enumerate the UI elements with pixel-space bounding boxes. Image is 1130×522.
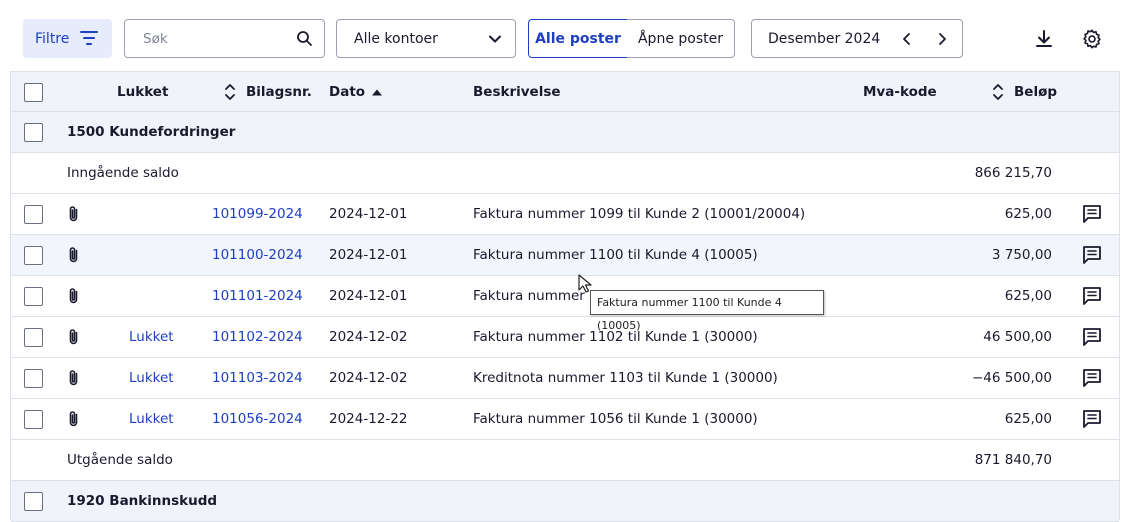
account-group-row: 1920 Bankinnskudd (11, 481, 1119, 522)
comment-icon[interactable] (1081, 285, 1103, 307)
voucher-link[interactable]: 101100-2024 (212, 235, 303, 275)
amount-column-header[interactable]: Beløp (1014, 72, 1057, 112)
description-cell: Kreditnota nummer 1103 til Kunde 1 (3000… (473, 370, 778, 386)
closed-status[interactable]: Lukket (129, 358, 174, 398)
table-row[interactable]: Lukket 101102-2024 2024-12-02 Faktura nu… (11, 317, 1119, 358)
chevron-down-icon (489, 35, 501, 43)
filter-button[interactable]: Filtre (23, 19, 112, 58)
search-input[interactable] (126, 21, 286, 56)
date-cell: 2024-12-22 (329, 411, 408, 427)
closed-status[interactable]: Lukket (129, 399, 174, 439)
opening-balance-label: Inngående saldo (67, 165, 179, 181)
description-cell: Faktura nummer 1099 til Kunde 2 (10001/2… (473, 206, 806, 222)
comment-icon[interactable] (1081, 367, 1103, 389)
description-column-header[interactable]: Beskrivelse (473, 72, 561, 112)
account-select-value: Alle kontoer (354, 30, 438, 47)
table-header: Lukket Bilagsnr. Dato Beskrivelse Mva-ko… (11, 71, 1119, 112)
paperclip-icon[interactable] (65, 409, 83, 429)
account-group-row: 1500 Kundefordringer (11, 112, 1119, 153)
amount-cell: 625,00 (1004, 206, 1052, 222)
paperclip-icon[interactable] (65, 368, 83, 388)
chevron-left-icon[interactable] (897, 29, 917, 49)
amount-cell: −46 500,00 (971, 370, 1052, 386)
comment-icon[interactable] (1081, 408, 1103, 430)
date-cell: 2024-12-02 (329, 370, 408, 386)
closing-balance-label: Utgående saldo (67, 452, 173, 468)
sort-icon[interactable] (991, 82, 1005, 102)
closing-balance-amount: 871 840,70 (974, 452, 1052, 468)
row-checkbox[interactable] (24, 205, 43, 224)
comment-icon[interactable] (1081, 203, 1103, 225)
row-checkbox[interactable] (24, 246, 43, 265)
chevron-right-icon[interactable] (932, 29, 952, 49)
table-row[interactable]: Lukket 101103-2024 2024-12-02 Kreditnota… (11, 358, 1119, 399)
voucher-link[interactable]: 101056-2024 (212, 399, 303, 439)
all-entries-toggle[interactable]: Alle poster (528, 19, 628, 58)
date-cell: 2024-12-02 (329, 329, 408, 345)
row-checkbox[interactable] (24, 410, 43, 429)
row-checkbox[interactable] (24, 369, 43, 388)
filter-icon (80, 31, 98, 45)
closed-column-header[interactable]: Lukket (117, 72, 168, 112)
table-row[interactable]: 101101-2024 2024-12-01 Faktura nummer 1 … (11, 276, 1119, 317)
sort-icon[interactable] (223, 82, 237, 102)
period-selector: Desember 2024 (751, 19, 963, 58)
comment-icon[interactable] (1081, 244, 1103, 266)
paperclip-icon[interactable] (65, 286, 83, 306)
closed-status[interactable]: Lukket (129, 317, 174, 357)
row-checkbox[interactable] (24, 328, 43, 347)
description-cell: Faktura nummer 1056 til Kunde 1 (30000) (473, 411, 758, 427)
filter-button-label: Filtre (35, 30, 70, 47)
vat-column-header[interactable]: Mva-kode (863, 72, 937, 112)
amount-cell: 625,00 (1004, 411, 1052, 427)
voucher-link[interactable]: 101103-2024 (212, 358, 303, 398)
paperclip-icon[interactable] (65, 245, 83, 265)
ledger-table: Lukket Bilagsnr. Dato Beskrivelse Mva-ko… (10, 71, 1120, 522)
mouse-pointer-icon (578, 274, 592, 293)
sort-ascending-icon (372, 89, 382, 96)
amount-cell: 3 750,00 (991, 247, 1052, 263)
opening-balance-amount: 866 215,70 (974, 165, 1052, 181)
voucher-link[interactable]: 101099-2024 (212, 194, 303, 234)
opening-balance-row: Inngående saldo 866 215,70 (11, 153, 1119, 194)
gear-icon[interactable] (1081, 28, 1103, 50)
group-checkbox[interactable] (24, 492, 43, 511)
description-cell: Faktura nummer 1100 til Kunde 4 (10005) (473, 247, 758, 263)
table-row[interactable]: 101099-2024 2024-12-01 Faktura nummer 10… (11, 194, 1119, 235)
paperclip-icon[interactable] (65, 204, 83, 224)
comment-icon[interactable] (1081, 326, 1103, 348)
voucher-link[interactable]: 101102-2024 (212, 317, 303, 357)
search-icon[interactable] (296, 30, 313, 47)
period-label: Desember 2024 (768, 31, 881, 47)
date-column-header[interactable]: Dato (329, 72, 365, 112)
amount-cell: 625,00 (1004, 288, 1052, 304)
search-field[interactable] (124, 19, 325, 58)
row-checkbox[interactable] (24, 287, 43, 306)
table-row[interactable]: Lukket 101056-2024 2024-12-22 Faktura nu… (11, 399, 1119, 440)
closing-balance-row: Utgående saldo 871 840,70 (11, 440, 1119, 481)
date-cell: 2024-12-01 (329, 247, 408, 263)
description-tooltip: Faktura nummer 1100 til Kunde 4 (10005) (590, 290, 824, 332)
group-title: 1920 Bankinnskudd (67, 493, 218, 509)
download-icon[interactable] (1033, 28, 1055, 50)
table-row[interactable]: 101100-2024 2024-12-01 Faktura nummer 11… (11, 235, 1119, 276)
toolbar: Filtre Alle kontoer Alle poster Åpne pos… (0, 0, 1130, 72)
paperclip-icon[interactable] (65, 327, 83, 347)
date-cell: 2024-12-01 (329, 288, 408, 304)
select-all-checkbox[interactable] (24, 83, 43, 102)
open-entries-toggle[interactable]: Åpne poster (627, 19, 735, 58)
group-title: 1500 Kundefordringer (67, 124, 236, 140)
voucher-column-header[interactable]: Bilagsnr. (246, 72, 312, 112)
group-checkbox[interactable] (24, 123, 43, 142)
amount-cell: 46 500,00 (983, 329, 1052, 345)
voucher-link[interactable]: 101101-2024 (212, 276, 303, 316)
date-cell: 2024-12-01 (329, 206, 408, 222)
account-select[interactable]: Alle kontoer (336, 19, 516, 58)
